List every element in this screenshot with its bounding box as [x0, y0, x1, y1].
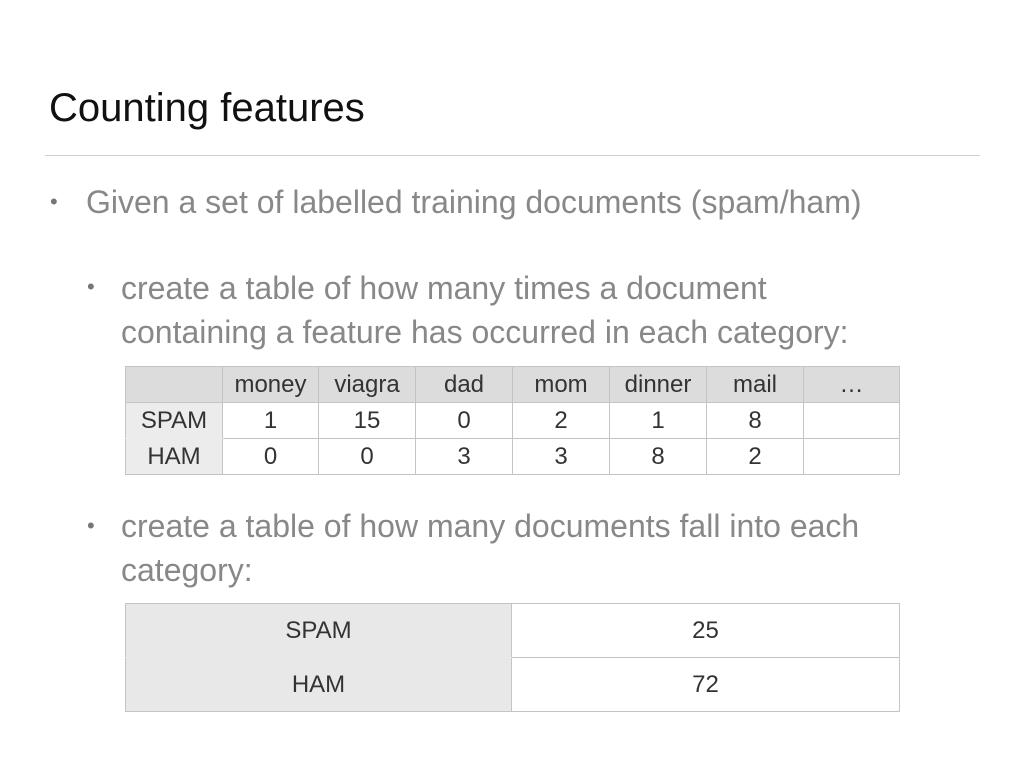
row-label-spam: SPAM [125, 402, 223, 439]
table-cell [803, 438, 900, 475]
table-cell: 1 [609, 402, 707, 439]
bullet-line: containing a feature has occurred in eac… [121, 314, 849, 350]
bullet-line: create a table of how many times a docum… [121, 270, 767, 306]
header-cell-mom: mom [512, 366, 610, 403]
header-cell-empty [125, 366, 223, 403]
feature-count-table: money viagra dad mom dinner mail … SPAM … [125, 366, 900, 475]
bullet-level1-text: Given a set of labelled training documen… [86, 184, 862, 220]
table-cell: 1 [222, 402, 319, 439]
table-cell: 3 [512, 438, 610, 475]
bullet-level2-text-feature-table: create a table of how many times a docum… [121, 266, 849, 354]
slide-title: Counting features [49, 86, 365, 130]
table-cell: 2 [512, 402, 610, 439]
row-label-ham: HAM [125, 438, 223, 475]
table-row-ham: HAM 0 0 3 3 8 2 [125, 438, 900, 475]
category-count-table: SPAM 25 HAM 72 [125, 603, 900, 712]
bullet-line: create a table of how many documents fal… [121, 508, 860, 544]
bullet-level2-text-category-table: create a table of how many documents fal… [121, 504, 859, 592]
header-cell-viagra: viagra [318, 366, 416, 403]
table-cell: 3 [415, 438, 513, 475]
table-cell: 0 [318, 438, 416, 475]
header-cell-dad: dad [415, 366, 513, 403]
table-header-row: money viagra dad mom dinner mail … [125, 366, 900, 403]
table-cell [803, 402, 900, 439]
bullet-marker: • [87, 513, 95, 538]
category-count-spam: 25 [511, 603, 900, 658]
table-row-ham: HAM 72 [125, 657, 900, 712]
header-cell-dinner: dinner [609, 366, 707, 403]
table-row-spam: SPAM 25 [125, 603, 900, 658]
header-cell-money: money [222, 366, 319, 403]
bullet-marker: • [87, 274, 95, 299]
table-cell: 2 [706, 438, 804, 475]
table-cell: 15 [318, 402, 416, 439]
category-label-ham: HAM [125, 657, 512, 712]
title-divider [45, 155, 980, 156]
category-label-spam: SPAM [125, 603, 512, 658]
category-count-ham: 72 [511, 657, 900, 712]
header-cell-mail: mail [706, 366, 804, 403]
table-cell: 0 [222, 438, 319, 475]
table-cell: 8 [609, 438, 707, 475]
bullet-line: category: [121, 552, 253, 588]
table-row-spam: SPAM 1 15 0 2 1 8 [125, 402, 900, 439]
bullet-marker: • [50, 189, 58, 214]
table-cell: 8 [706, 402, 804, 439]
table-cell: 0 [415, 402, 513, 439]
header-cell-ellipsis: … [803, 366, 900, 403]
